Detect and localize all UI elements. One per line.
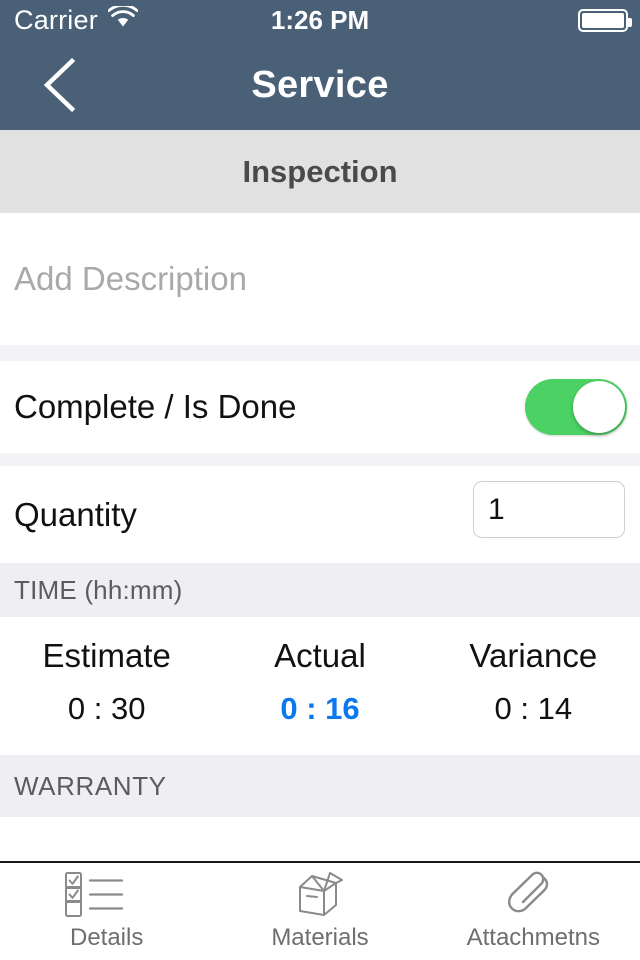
- variance-label: Variance: [469, 637, 598, 674]
- time-column-actual: Actual 0 : 16: [213, 617, 426, 747]
- quantity-row: Quantity: [0, 466, 640, 563]
- description-placeholder[interactable]: Add Description: [14, 260, 247, 298]
- time-section-body: Estimate 0 : 30 Actual 0 : 16 Variance 0…: [0, 617, 640, 747]
- time-column-variance: Variance 0 : 14: [427, 617, 640, 747]
- actual-value: 0 : 16: [280, 691, 360, 726]
- page-title: Service: [251, 63, 389, 106]
- open-box-icon: [292, 871, 348, 917]
- tab-details-label: Details: [69, 924, 144, 951]
- checklist-icon: [64, 871, 150, 917]
- section-divider-2: [0, 453, 640, 466]
- estimate-label: Estimate: [42, 637, 171, 674]
- complete-row: Complete / Is Done: [0, 361, 640, 453]
- description-row[interactable]: Add Description: [0, 213, 640, 345]
- time-section-title: TIME (hh:mm): [14, 574, 183, 605]
- tab-attachments[interactable]: Attachmetns: [427, 863, 640, 960]
- chevron-left-icon: [43, 57, 76, 113]
- warranty-section-header: WARRANTY: [0, 755, 640, 817]
- paperclip-icon: [508, 871, 558, 917]
- status-bar-time: 1:26 PM: [270, 4, 370, 35]
- toggle-knob: [573, 381, 625, 433]
- tab-materials[interactable]: Materials: [213, 863, 426, 960]
- status-bar: Carrier 1:26 PM: [0, 0, 640, 40]
- quantity-input[interactable]: [473, 481, 625, 538]
- inspection-title: Inspection: [242, 153, 398, 189]
- quantity-label: Quantity: [14, 495, 137, 533]
- variance-value: 0 : 14: [494, 691, 573, 726]
- complete-label: Complete / Is Done: [14, 388, 297, 425]
- nav-bar: Service: [0, 40, 640, 130]
- tab-details[interactable]: Details: [0, 863, 213, 960]
- actual-label: Actual: [274, 637, 366, 674]
- inspection-section-header: Inspection: [0, 130, 640, 213]
- tab-attachments-label: Attachmetns: [466, 924, 601, 951]
- tab-bar: Details Materials Attachmetns: [0, 861, 640, 960]
- section-divider-1: [0, 345, 640, 361]
- time-column-estimate: Estimate 0 : 30: [0, 617, 213, 747]
- estimate-value: 0 : 30: [67, 691, 146, 726]
- back-button[interactable]: [36, 56, 82, 114]
- time-section-header: TIME (hh:mm): [0, 563, 640, 617]
- warranty-section-title: WARRANTY: [14, 770, 167, 801]
- phone-screen: Carrier 1:26 PM Service Inspection Add D…: [0, 0, 640, 960]
- battery-full-icon: [578, 8, 632, 32]
- complete-toggle[interactable]: [525, 379, 627, 435]
- status-bar-right: [578, 8, 632, 32]
- tab-materials-label: Materials: [271, 924, 369, 951]
- warranty-section-body: [0, 817, 640, 861]
